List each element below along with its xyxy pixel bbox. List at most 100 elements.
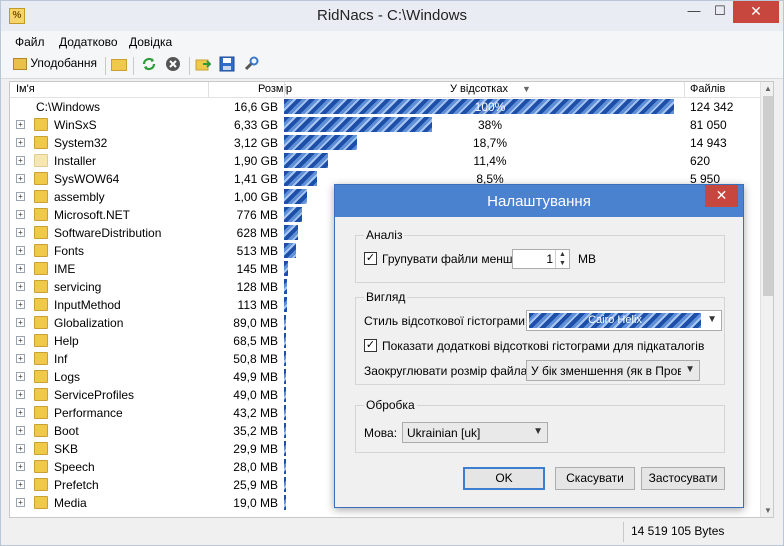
refresh-button[interactable] — [141, 56, 159, 76]
analysis-group-label: Аналіз — [364, 228, 405, 242]
sort-desc-icon: ▼ — [522, 84, 531, 94]
spin-arrows-icon[interactable]: ▲ ▼ — [555, 250, 569, 268]
expand-icon[interactable]: + — [16, 174, 25, 183]
expand-icon[interactable]: + — [16, 138, 25, 147]
percent-bar — [284, 135, 357, 150]
expand-icon[interactable]: + — [16, 192, 25, 201]
group-small-checkbox[interactable]: ✓ — [364, 252, 377, 265]
minimize-button[interactable]: — — [681, 1, 707, 23]
wrench-icon — [244, 56, 259, 71]
favorites-label: Уподобання — [30, 56, 98, 70]
menu-extra[interactable]: Додатково — [59, 35, 118, 49]
settings-button[interactable] — [243, 56, 261, 76]
expand-icon[interactable]: + — [16, 300, 25, 309]
language-select[interactable]: Ukrainian [uk] ▼ — [402, 422, 548, 443]
cancel-button[interactable]: Скасувати — [555, 467, 635, 490]
folder-icon — [34, 208, 48, 221]
percent-bar — [284, 153, 328, 168]
expand-icon[interactable]: + — [16, 264, 25, 273]
dialog-close-button[interactable]: ✕ — [705, 185, 738, 207]
col-name-header[interactable]: Ім'я — [16, 83, 35, 95]
expand-icon[interactable]: + — [16, 156, 25, 165]
group-small-stepper[interactable]: 1 ▲ ▼ — [512, 249, 570, 269]
expand-icon[interactable]: + — [16, 480, 25, 489]
expand-icon[interactable]: + — [16, 318, 25, 327]
folder-icon — [34, 172, 48, 185]
round-size-select[interactable]: У бік зменшення (як в Провід ▼ — [526, 360, 700, 381]
percent-bar — [284, 405, 286, 420]
stop-icon — [166, 57, 180, 71]
expand-icon[interactable]: + — [16, 372, 25, 381]
percent-bar — [284, 423, 286, 438]
folder-icon — [34, 262, 48, 275]
table-row[interactable]: + System32 3,12 GB 18,7% 14 943 — [10, 134, 760, 152]
close-button[interactable]: ✕ — [733, 1, 779, 23]
row-name: servicing — [54, 280, 102, 294]
export-button[interactable] — [195, 56, 213, 76]
percent-bar — [284, 315, 286, 330]
row-name: ServiceProfiles — [54, 388, 135, 402]
row-size: 145 MB — [236, 262, 278, 276]
processing-group: Обробка Мова: Ukrainian [uk] ▼ — [355, 398, 725, 453]
open-folder-button[interactable] — [111, 56, 129, 76]
row-size: 50,8 MB — [233, 352, 278, 366]
menu-help[interactable]: Довідка — [129, 35, 172, 49]
expand-icon[interactable]: + — [16, 390, 25, 399]
bar-style-value: Cairo Helix — [529, 313, 701, 328]
row-files: 81 050 — [690, 118, 727, 132]
percent-bar — [284, 297, 287, 312]
table-row[interactable]: + WinSxS 6,33 GB 38% 81 050 — [10, 116, 760, 134]
scroll-down-icon[interactable]: ▼ — [764, 506, 772, 515]
expand-icon[interactable]: + — [16, 282, 25, 291]
show-sub-bars-checkbox[interactable]: ✓ — [364, 339, 377, 352]
expand-icon[interactable]: + — [16, 354, 25, 363]
folder-icon — [34, 244, 48, 257]
ok-button[interactable]: OK — [463, 467, 545, 490]
col-size-header[interactable]: Розмір — [258, 83, 292, 95]
table-row[interactable]: + Installer 1,90 GB 11,4% 620 — [10, 152, 760, 170]
favorites-icon — [13, 57, 27, 70]
expand-icon[interactable]: + — [16, 426, 25, 435]
percent-bar — [284, 171, 317, 186]
expand-icon[interactable]: + — [16, 246, 25, 255]
folder-icon — [34, 118, 48, 131]
bar-style-select[interactable]: Cairo Helix ▼ — [526, 310, 722, 331]
favorites-button[interactable]: Уподобання — [13, 56, 103, 76]
percent-bar — [284, 225, 298, 240]
percent-bar — [284, 189, 307, 204]
expand-icon[interactable]: + — [16, 120, 25, 129]
expand-icon[interactable]: + — [16, 408, 25, 417]
row-percent: 100% — [474, 100, 506, 114]
expand-icon[interactable]: + — [16, 210, 25, 219]
row-name: Installer — [54, 154, 97, 168]
expand-icon[interactable]: + — [16, 336, 25, 345]
row-name: WinSxS — [54, 118, 97, 132]
maximize-button[interactable]: ☐ — [707, 1, 733, 23]
save-button[interactable] — [219, 56, 237, 76]
scroll-up-icon[interactable]: ▲ — [764, 84, 772, 93]
row-size: 25,9 MB — [233, 478, 278, 492]
expand-icon[interactable]: + — [16, 462, 25, 471]
row-size: 89,0 MB — [233, 316, 278, 330]
column-divider — [284, 82, 285, 98]
stop-button[interactable] — [165, 56, 183, 76]
expand-icon[interactable]: + — [16, 444, 25, 453]
scroll-thumb[interactable] — [763, 96, 773, 296]
table-row[interactable]: C:\Windows 16,6 GB 100% 124 342 — [10, 98, 760, 116]
percent-bar — [284, 333, 286, 348]
apply-button[interactable]: Застосувати — [641, 467, 725, 490]
folder-icon — [34, 298, 48, 311]
processing-group-label: Обробка — [364, 398, 417, 412]
group-small-value[interactable]: 1 — [546, 252, 553, 266]
status-bytes: 14 519 105 Bytes — [631, 524, 725, 538]
row-size: 776 MB — [236, 208, 278, 222]
expand-icon[interactable]: + — [16, 228, 25, 237]
column-divider — [684, 82, 685, 98]
vertical-scrollbar[interactable]: ▲ ▼ — [760, 82, 773, 517]
row-files: 620 — [690, 154, 711, 168]
col-percent-header[interactable]: У відсотках — [450, 83, 508, 95]
menu-file[interactable]: Файл — [15, 35, 45, 49]
col-files-header[interactable]: Файлів — [690, 83, 725, 95]
folder-icon — [34, 190, 48, 203]
expand-icon[interactable]: + — [16, 498, 25, 507]
